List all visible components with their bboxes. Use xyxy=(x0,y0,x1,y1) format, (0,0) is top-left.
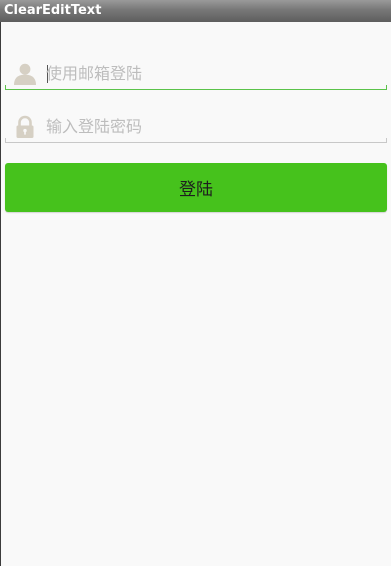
password-input[interactable] xyxy=(46,113,376,139)
email-underline-left-tick xyxy=(5,85,6,90)
email-underline-right-tick xyxy=(386,85,387,90)
login-button[interactable]: 登陆 xyxy=(5,163,387,212)
password-field-row[interactable] xyxy=(5,107,387,143)
window-edge xyxy=(0,22,1,566)
password-underline xyxy=(5,142,387,143)
email-field-row[interactable] xyxy=(5,54,387,90)
app-title: ClearEditText xyxy=(4,3,102,18)
password-underline-left-tick xyxy=(5,138,6,143)
password-underline-right-tick xyxy=(386,138,387,143)
lock-icon xyxy=(13,115,37,139)
title-bar: ClearEditText xyxy=(0,0,391,22)
email-input[interactable] xyxy=(46,60,376,86)
email-underline xyxy=(5,88,387,90)
user-icon xyxy=(13,62,37,86)
